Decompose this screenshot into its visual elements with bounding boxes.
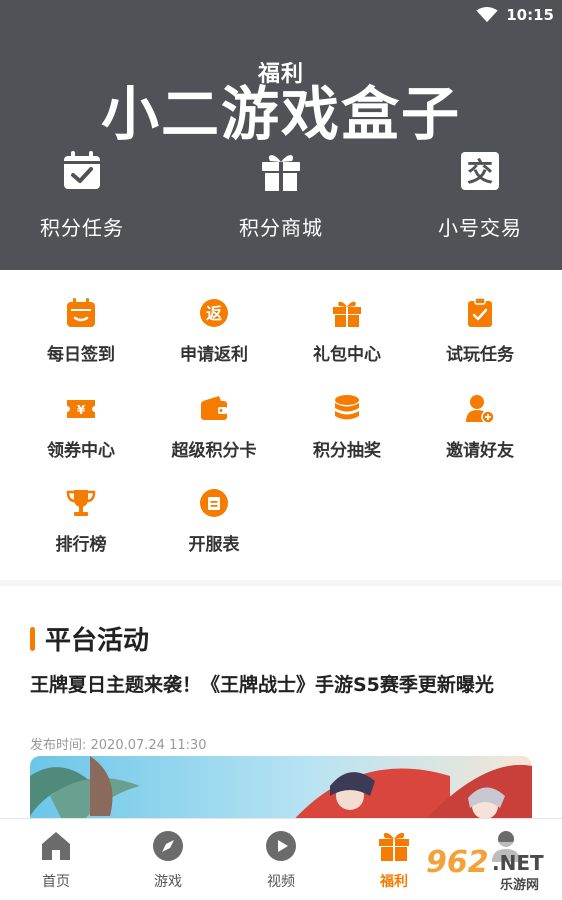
- header: 10:15 福利 小二游戏盒子 积分任务 积分商城 交 小号交易: [0, 0, 562, 270]
- app-title: 小二游戏盒子: [100, 80, 461, 148]
- calendar-icon: [67, 298, 95, 327]
- section-title: 平台活动: [30, 620, 149, 657]
- platform-activity-section: 平台活动 王牌夏日主题来袭！《王牌战士》手游S5赛季更新曝光 发布时间: 202…: [0, 586, 562, 836]
- invite-friends-label: 邀请好友: [446, 441, 514, 461]
- account-trade-label: 小号交易: [438, 216, 522, 240]
- svg-text:962: 962: [426, 845, 489, 880]
- tab-video-label: 视频: [267, 874, 295, 890]
- points-task-label: 积分任务: [40, 216, 124, 240]
- schedule-icon: [200, 489, 228, 517]
- wifi-icon: [476, 7, 498, 23]
- leaderboard-label: 排行榜: [55, 535, 107, 555]
- gift-icon: [333, 301, 361, 327]
- daily-checkin-button[interactable]: 每日签到: [14, 298, 148, 365]
- points-task-button[interactable]: 积分任务: [12, 150, 152, 241]
- tab-home[interactable]: 首页: [16, 829, 96, 891]
- site-watermark-logo: 962 .NET 乐游网: [420, 842, 558, 893]
- trophy-icon: [66, 490, 96, 516]
- svg-text:¥: ¥: [77, 403, 86, 417]
- points-mall-button[interactable]: 积分商城: [211, 150, 351, 241]
- apply-rebate-button[interactable]: 返 申请返利: [147, 298, 281, 365]
- server-schedule-button[interactable]: 开服表: [147, 488, 281, 555]
- tab-video[interactable]: 视频: [241, 829, 321, 891]
- svg-text:乐游网: 乐游网: [500, 877, 539, 893]
- section-title-accent: [30, 626, 35, 651]
- section-title-text: 平台活动: [45, 626, 150, 656]
- daily-checkin-label: 每日签到: [47, 345, 115, 365]
- gift-center-button[interactable]: 礼包中心: [280, 298, 414, 365]
- trial-task-label: 试玩任务: [446, 345, 514, 365]
- ticket-icon: ¥: [67, 400, 95, 418]
- server-schedule-label: 开服表: [188, 535, 240, 555]
- leaderboard-button[interactable]: 排行榜: [14, 488, 148, 555]
- apply-rebate-label: 申请返利: [180, 345, 248, 365]
- compass-icon: [153, 831, 183, 861]
- wallet-icon: [201, 396, 227, 420]
- app-root: 10:15 福利 小二游戏盒子 积分任务 积分商城 交 小号交易 每日签到 返 …: [0, 0, 562, 900]
- user-add-icon: [466, 395, 495, 424]
- points-lottery-button[interactable]: 积分抽奖: [280, 394, 414, 461]
- svg-text:返: 返: [206, 304, 222, 323]
- benefit-grid: 每日签到 返 申请返利 礼包中心 试玩任务 ¥ 领券中心 超级积分卡 积分抽奖 …: [0, 270, 562, 580]
- status-time: 10:15: [506, 6, 554, 24]
- coupon-center-button[interactable]: ¥ 领券中心: [14, 394, 148, 461]
- tab-games-label: 游戏: [154, 874, 182, 890]
- account-trade-button[interactable]: 交 小号交易: [410, 150, 550, 241]
- super-points-card-label: 超级积分卡: [171, 441, 257, 461]
- tab-games[interactable]: 游戏: [128, 829, 208, 891]
- play-icon: [266, 831, 296, 861]
- clipboard-check-icon: [468, 298, 492, 327]
- gift-icon: [262, 155, 300, 191]
- tab-home-label: 首页: [42, 874, 70, 890]
- exchange-icon: 交: [461, 152, 499, 190]
- super-points-card-button[interactable]: 超级积分卡: [147, 394, 281, 461]
- svg-text:.NET: .NET: [492, 851, 544, 875]
- gift-center-label: 礼包中心: [313, 345, 381, 365]
- points-mall-label: 积分商城: [239, 216, 323, 240]
- trial-task-button[interactable]: 试玩任务: [413, 298, 547, 365]
- calendar-check-icon: [64, 151, 100, 189]
- coins-icon: [335, 395, 359, 420]
- header-actions: 积分任务 积分商城 交 小号交易: [0, 150, 562, 250]
- gift-icon: [379, 832, 409, 861]
- svg-text:交: 交: [467, 157, 493, 188]
- invite-friends-button[interactable]: 邀请好友: [413, 394, 547, 461]
- home-icon: [42, 832, 70, 860]
- coupon-center-label: 领券中心: [47, 441, 115, 461]
- status-bar: 10:15: [476, 4, 554, 26]
- news-time: 发布时间: 2020.07.24 11:30: [30, 738, 207, 753]
- rebate-icon: 返: [200, 299, 228, 327]
- news-title[interactable]: 王牌夏日主题来袭！《王牌战士》手游S5赛季更新曝光: [30, 672, 530, 698]
- points-lottery-label: 积分抽奖: [313, 441, 381, 461]
